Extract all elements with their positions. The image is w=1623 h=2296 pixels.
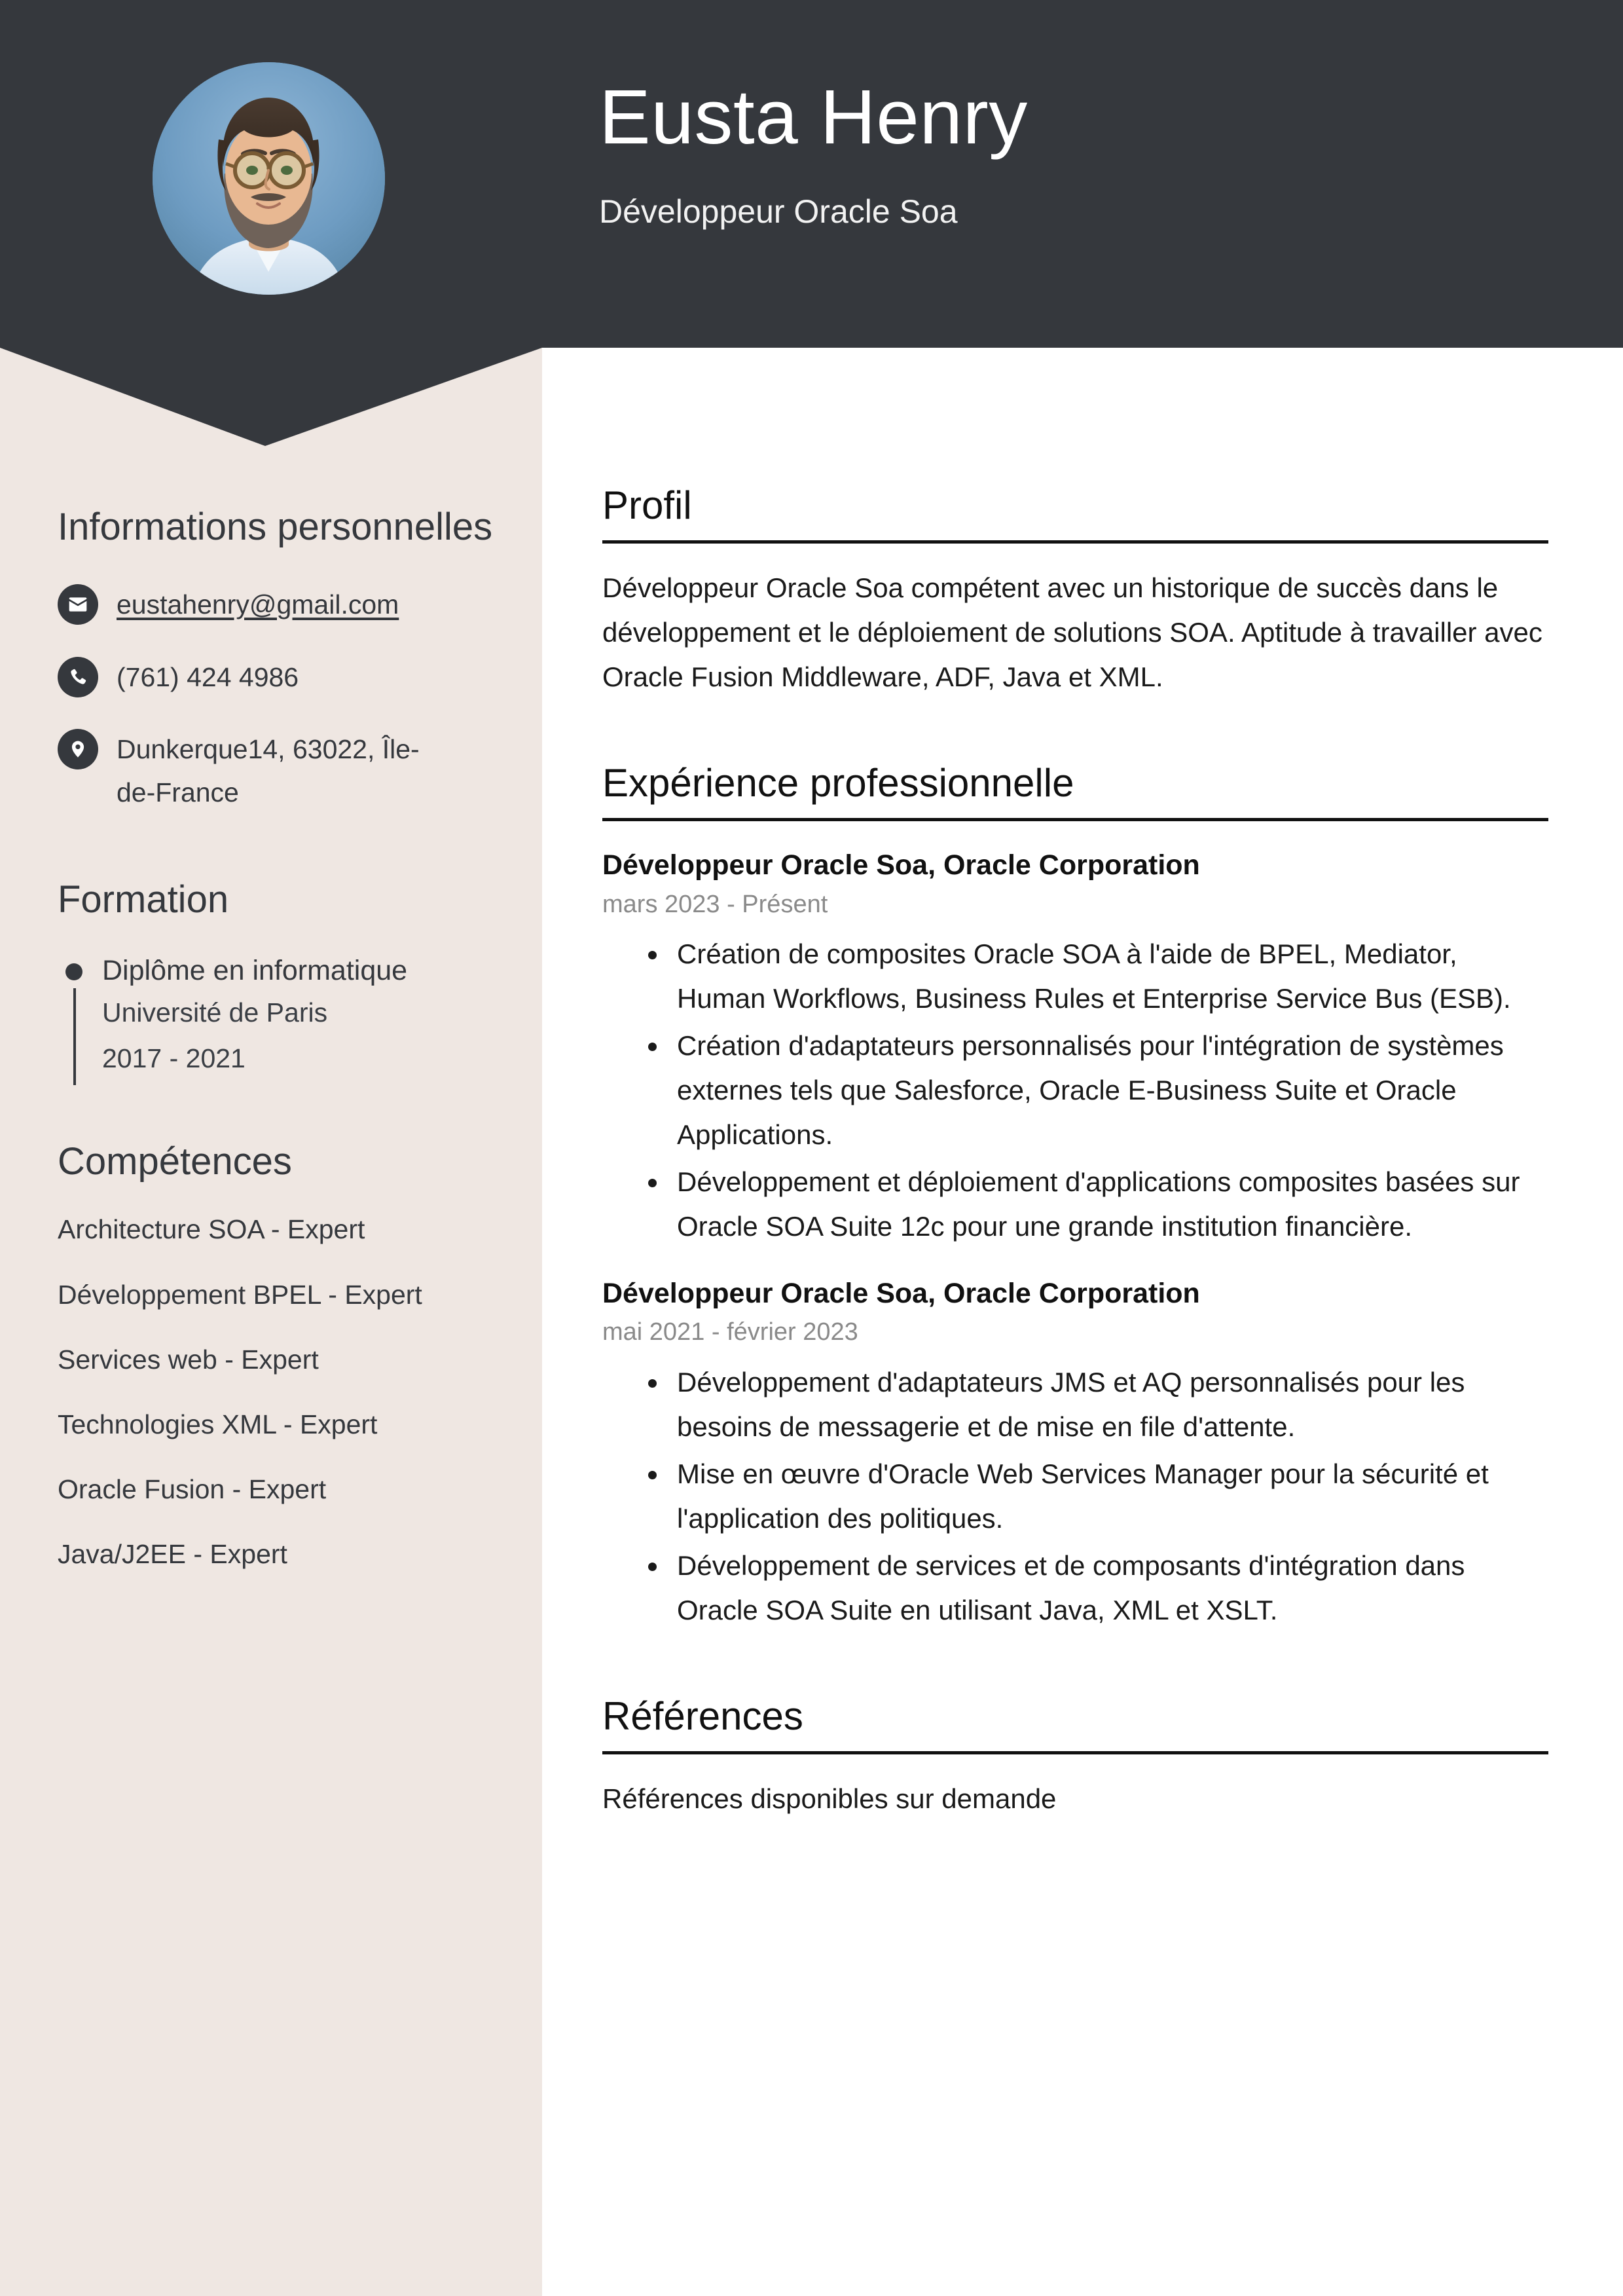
experience-item: Développeur Oracle Soa, Oracle Corporati… bbox=[602, 847, 1548, 1249]
skill-item: Oracle Fusion - Expert bbox=[58, 1474, 327, 1505]
education-school: Université de Paris bbox=[102, 997, 328, 1028]
experience-bullet: Création d'adaptateurs personnalisés pou… bbox=[643, 1024, 1548, 1157]
section-references: Références Références disponibles sur de… bbox=[602, 1695, 1548, 1821]
experience-bullet: Mise en œuvre d'Oracle Web Services Mana… bbox=[643, 1452, 1548, 1541]
job-title: Développeur Oracle Soa bbox=[599, 193, 958, 230]
education-item: Diplôme en informatique Université de Pa… bbox=[58, 952, 496, 1086]
experience-role: Développeur Oracle Soa, Oracle Corporati… bbox=[602, 849, 1200, 881]
address-value: Dunkerque14, 63022, Île-de-France bbox=[117, 734, 420, 808]
experience-bullet: Développement d'adaptateurs JMS et AQ pe… bbox=[643, 1360, 1548, 1449]
location-pin-icon bbox=[58, 729, 98, 770]
section-experience: Expérience professionnelle Développeur O… bbox=[602, 762, 1548, 1633]
experience-item: Développeur Oracle Soa, Oracle Corporati… bbox=[602, 1276, 1548, 1633]
section-heading-education: Formation bbox=[58, 878, 229, 921]
skill-item: Java/J2EE - Expert bbox=[58, 1539, 287, 1570]
experience-dates: mai 2021 - février 2023 bbox=[602, 1318, 858, 1346]
section-heading-profile: Profil bbox=[602, 483, 692, 527]
section-heading-skills: Compétences bbox=[58, 1140, 292, 1183]
timeline-dot-icon bbox=[65, 963, 82, 981]
experience-role: Développeur Oracle Soa, Oracle Corporati… bbox=[602, 1277, 1200, 1309]
experience-bullet-list: Création de composites Oracle SOA à l'ai… bbox=[602, 932, 1548, 1249]
experience-bullet: Création de composites Oracle SOA à l'ai… bbox=[643, 932, 1548, 1021]
header-text-block: Eusta Henry Développeur Oracle Soa bbox=[599, 79, 1028, 228]
email-value[interactable]: eustahenry@gmail.com bbox=[117, 583, 399, 626]
experience-bullet-list: Développement d'adaptateurs JMS et AQ pe… bbox=[602, 1360, 1548, 1633]
section-heading-references: Références bbox=[602, 1694, 803, 1738]
experience-dates: mars 2023 - Présent bbox=[602, 890, 828, 918]
experience-bullet: Développement et déploiement d'applicati… bbox=[643, 1160, 1548, 1249]
envelope-icon bbox=[58, 584, 98, 625]
contact-item-phone[interactable]: (761) 424 4986 bbox=[58, 656, 496, 699]
skill-item: Architecture SOA - Expert bbox=[58, 1214, 365, 1245]
sidebar: Informations personnelles eustahenry@gma… bbox=[0, 348, 542, 1603]
main-content: Profil Développeur Oracle Soa compétent … bbox=[602, 485, 1548, 1821]
timeline-line bbox=[73, 988, 76, 1086]
skill-item: Technologies XML - Expert bbox=[58, 1409, 378, 1439]
education-dates: 2017 - 2021 bbox=[102, 1043, 246, 1073]
skill-item: Services web - Expert bbox=[58, 1344, 319, 1375]
contact-item-address: Dunkerque14, 63022, Île-de-France bbox=[58, 728, 496, 815]
contact-item-email[interactable]: eustahenry@gmail.com bbox=[58, 583, 496, 626]
profile-photo-illustration bbox=[153, 62, 385, 295]
skill-item: Développement BPEL - Expert bbox=[58, 1279, 422, 1310]
page-title: Eusta Henry bbox=[599, 74, 1028, 160]
references-text: Références disponibles sur demande bbox=[602, 1783, 1057, 1814]
phone-value: (761) 424 4986 bbox=[117, 661, 299, 692]
avatar bbox=[153, 62, 385, 295]
section-divider bbox=[602, 818, 1548, 822]
section-divider bbox=[602, 1750, 1548, 1754]
education-degree: Diplôme en informatique bbox=[102, 955, 408, 987]
profile-text: Développeur Oracle Soa compétent avec un… bbox=[602, 572, 1542, 693]
experience-bullet: Développement de services et de composan… bbox=[643, 1544, 1548, 1633]
section-heading-experience: Expérience professionnelle bbox=[602, 761, 1074, 805]
section-profile: Profil Développeur Oracle Soa compétent … bbox=[602, 485, 1548, 699]
section-divider bbox=[602, 540, 1548, 544]
phone-icon bbox=[58, 656, 98, 697]
section-heading-personal-info: Informations personnelles bbox=[58, 506, 493, 548]
